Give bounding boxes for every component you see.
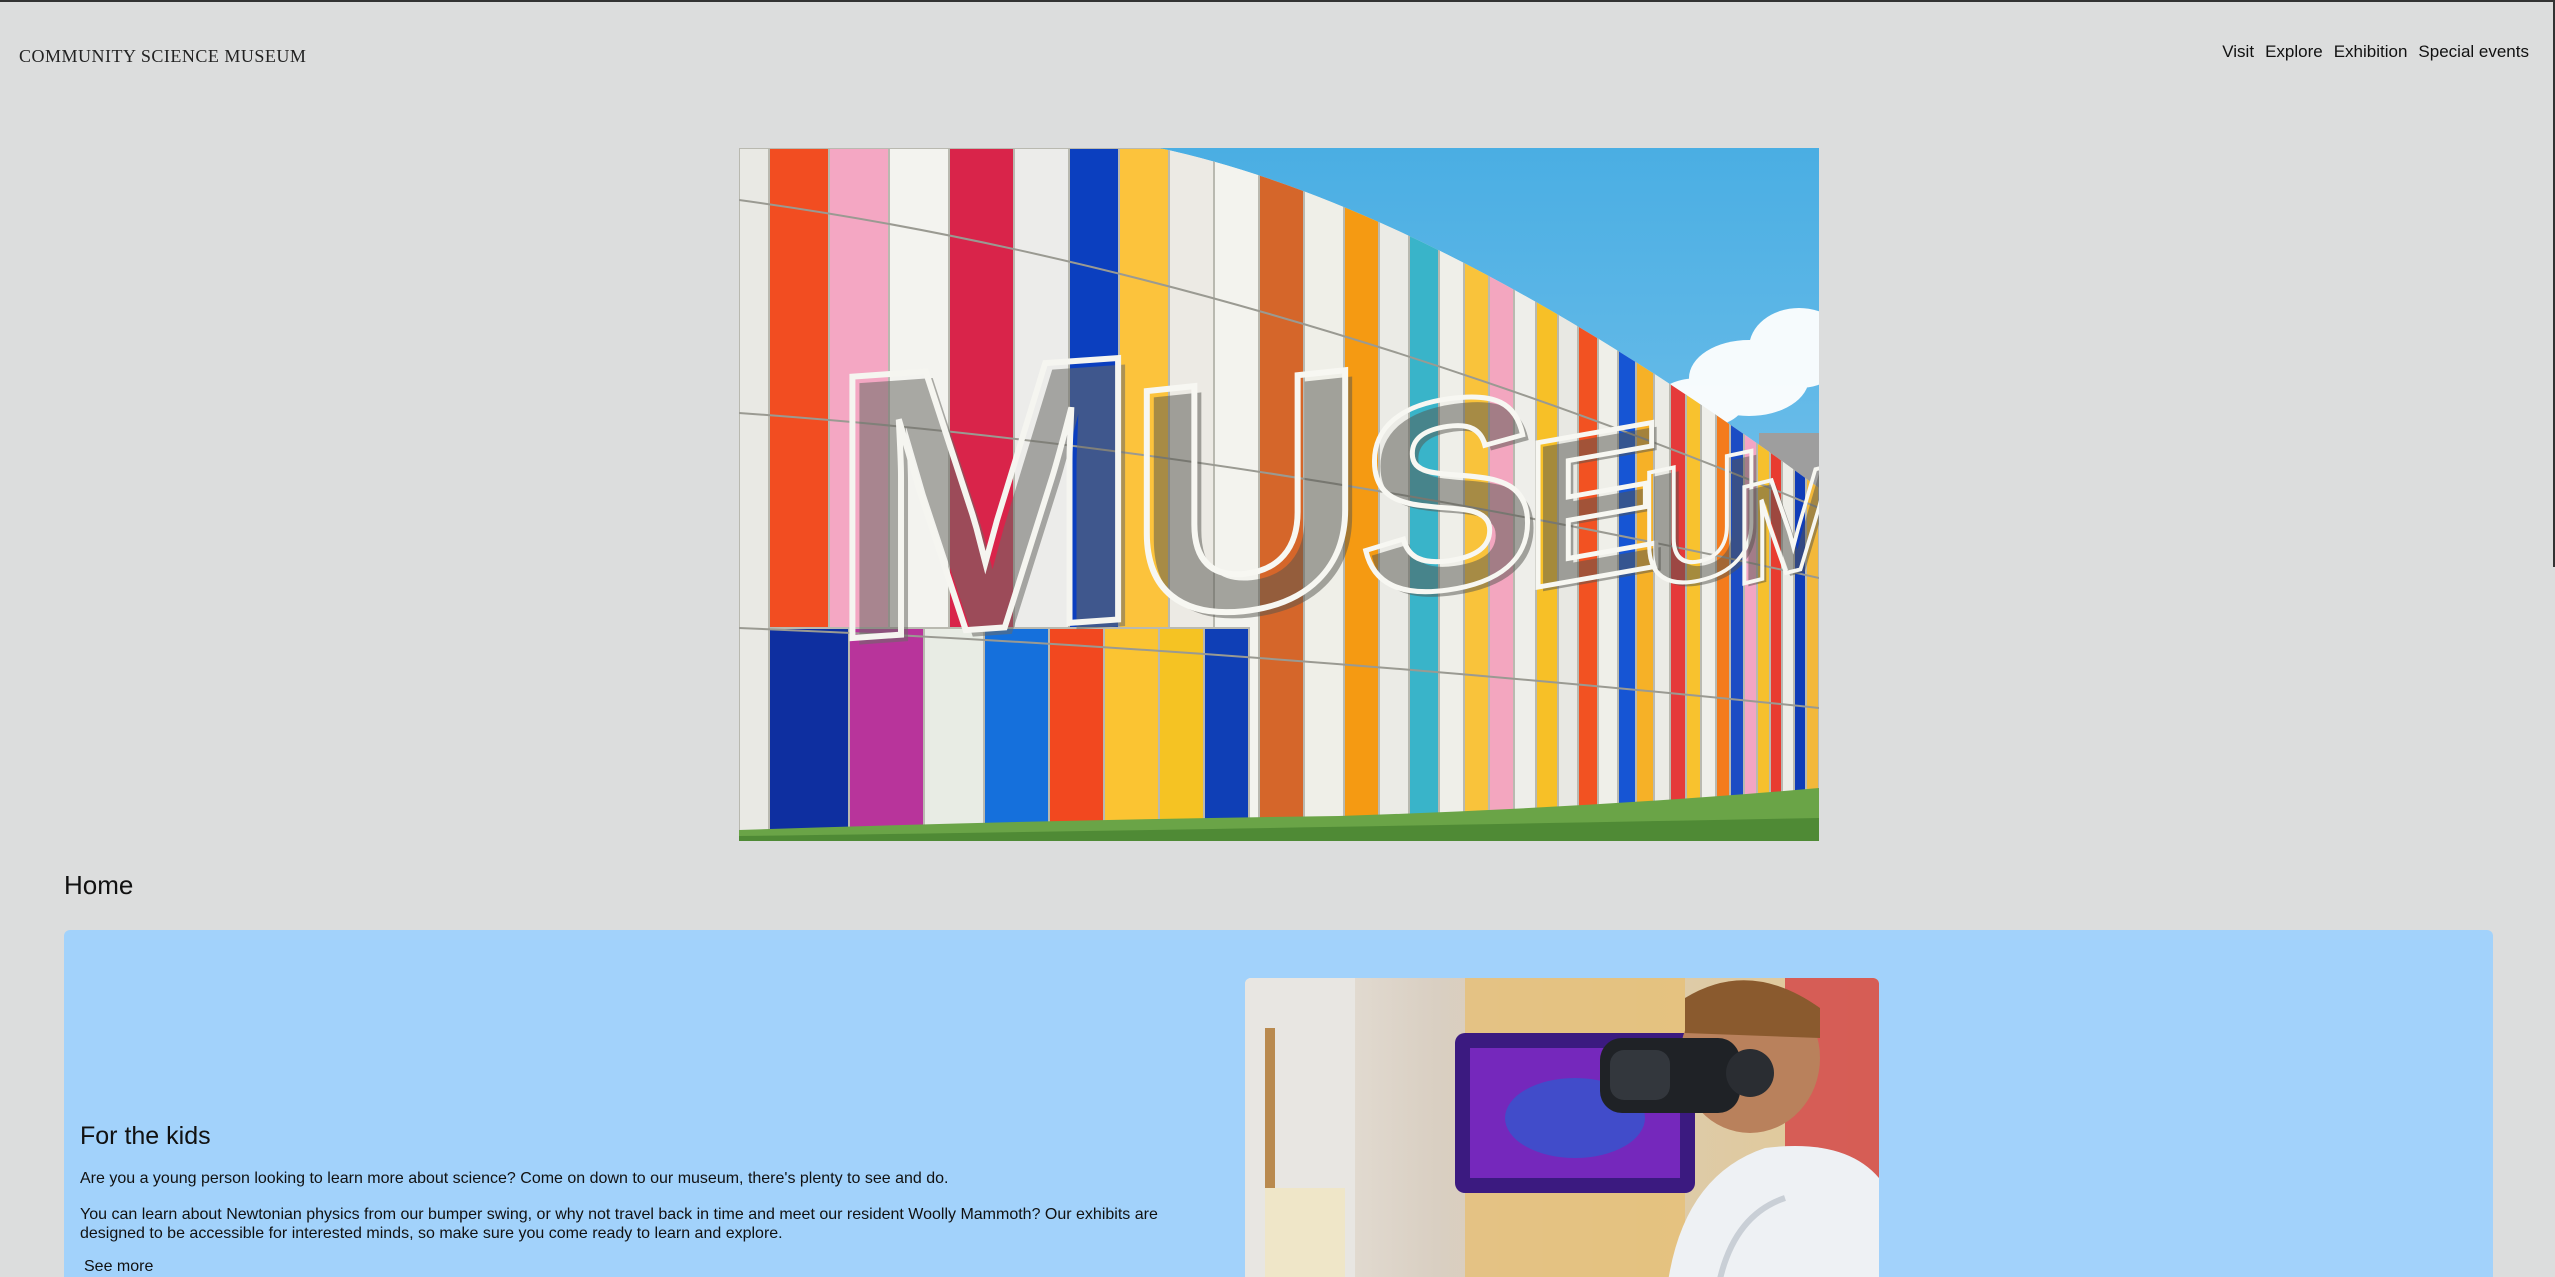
card-paragraph-2: You can learn about Newtonian physics fr… <box>80 1206 1158 1242</box>
see-more-button[interactable]: See more <box>84 1258 153 1276</box>
museum-facade-illustration: M M U U S S E E U U M M <box>739 148 1819 841</box>
card-heading: For the kids <box>80 1122 211 1150</box>
vr-headset-image <box>1245 978 1879 1277</box>
card-paragraph-1: Are you a young person looking to learn … <box>80 1170 949 1187</box>
svg-text:S: S <box>1358 331 1538 658</box>
nav-link-exhibition[interactable]: Exhibition <box>2334 42 2408 62</box>
kids-card: For the kids Are you a young person look… <box>64 930 2493 1277</box>
hero-image: M M U U S S E E U U M M <box>739 148 1819 841</box>
nav-link-special-events[interactable]: Special events <box>2418 42 2529 62</box>
nav-link-visit[interactable]: Visit <box>2222 42 2254 62</box>
page: COMMUNITY SCIENCE MUSEUM Visit Explore E… <box>0 0 2555 1277</box>
section-heading-home: Home <box>64 870 134 900</box>
svg-text:M: M <box>1735 431 1819 617</box>
vr-headset-illustration <box>1245 978 1879 1277</box>
svg-text:U: U <box>1127 297 1365 691</box>
nav-link-explore[interactable]: Explore <box>2265 42 2323 62</box>
site-title[interactable]: COMMUNITY SCIENCE MUSEUM <box>19 46 306 67</box>
main-nav: Visit Explore Exhibition Special events <box>2222 42 2529 62</box>
svg-text:M: M <box>827 274 1144 721</box>
